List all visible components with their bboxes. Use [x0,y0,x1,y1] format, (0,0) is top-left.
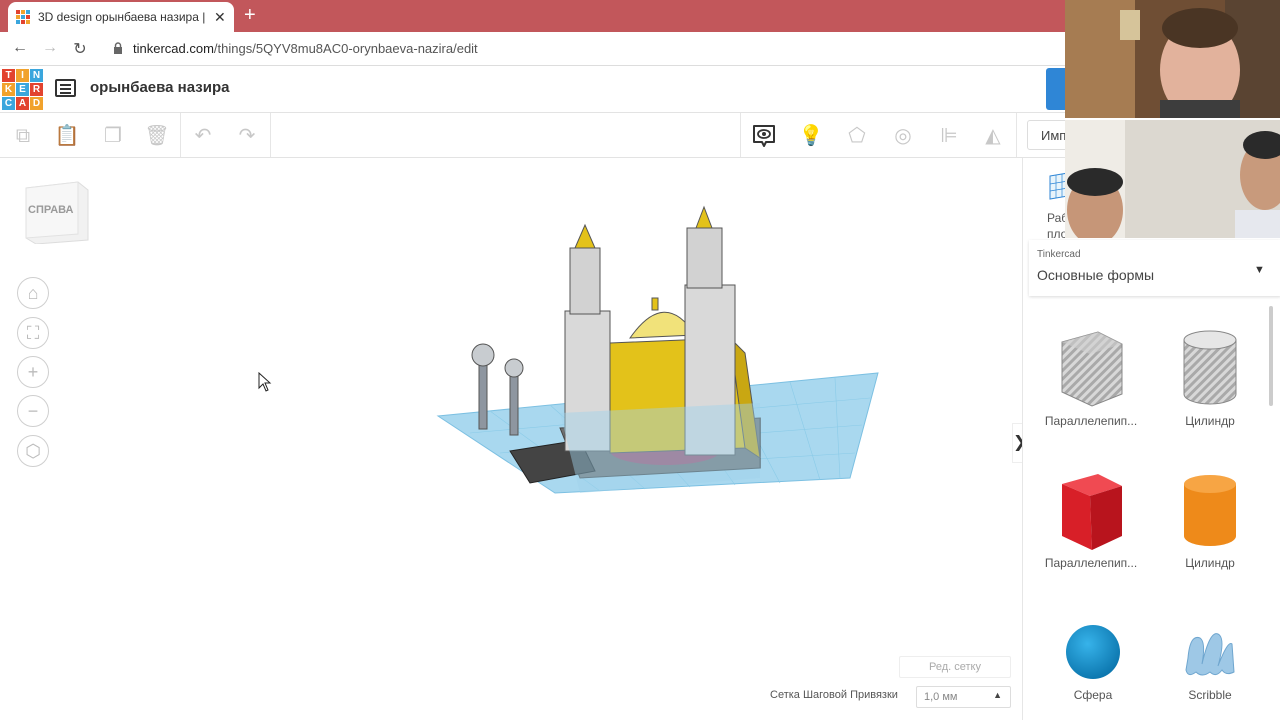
back-arrow-icon[interactable]: ← [10,39,30,57]
toolbar-divider [1016,113,1017,157]
copy-icon[interactable]: ⧉ [10,123,36,149]
url-domain: tinkercad.com [133,41,214,56]
design-list-icon[interactable] [55,79,76,97]
shape-cylinder-hole[interactable]: Цилиндр [1155,326,1265,428]
logo-letter: E [16,83,29,96]
library-source-label: Tinkercad [1037,249,1081,260]
zoom-in-icon[interactable]: + [17,356,49,388]
fit-view-icon[interactable]: ⛶ [17,317,49,349]
forward-arrow-icon[interactable]: → [40,39,60,57]
video-participant-1 [1065,0,1280,118]
paste-icon[interactable]: 📋 [54,123,80,149]
cylinder-hole-icon [1183,330,1237,405]
logo-letter: C [2,97,15,110]
shape-box[interactable]: Параллелепип... [1036,470,1146,570]
url-path: /things/5QYV8mu8AC0-orynbaeva-nazira/edi… [213,41,478,56]
toolbar-divider [180,113,181,157]
scribble-icon [1185,633,1235,676]
reload-icon[interactable]: ↻ [70,39,90,59]
shape-label: Scribble [1188,688,1232,702]
cylinder-orange-icon [1184,475,1236,546]
url-field[interactable]: tinkercad.com/things/5QYV8mu8AC0-orynbae… [133,41,478,56]
group-icon[interactable]: ⬠ [844,123,870,149]
shapes-panel: Раб плос Tinkercad Основные формы ▼ Парал… [1022,158,1280,720]
view-mode-button[interactable] [1046,68,1066,110]
snap-grid-label: Сетка Шаговой Привязки [770,689,898,701]
new-tab-icon[interactable]: + [244,5,256,25]
panel-scrollbar[interactable] [1269,306,1273,406]
3d-workplane-canvas[interactable]: СПРАВА ⌂ ⛶ + − ⬡ Ред. сетку Сетка Шагово… [0,158,1026,720]
tinkercad-favicon-icon [16,10,30,24]
shape-label: Параллелепип... [1044,414,1138,428]
toolbar-divider [740,113,741,157]
logo-letter: K [2,83,15,96]
view-cube[interactable]: СПРАВА [22,180,90,244]
align-icon[interactable]: ⊫ [936,123,962,149]
tab-close-icon[interactable]: ✕ [214,9,226,26]
toolbar-divider [270,113,271,157]
shape-label: Сфера [1073,688,1113,702]
shape-label: Параллелепип... [1044,556,1138,570]
notes-lightbulb-icon[interactable]: 💡 [798,123,824,149]
ungroup-icon[interactable]: ◎ [890,123,916,149]
redo-icon[interactable]: ↷ [234,123,260,149]
logo-letter: T [2,69,15,82]
mouse-cursor-icon [258,372,272,392]
browser-tab[interactable]: 3D design орынбаева назира | T ✕ [8,2,234,32]
logo-letter: R [30,83,43,96]
zoom-out-icon[interactable]: − [17,395,49,427]
participant-video-frame [1065,120,1280,238]
mirror-icon[interactable]: ◭ [980,123,1006,149]
shape-label: Цилиндр [1185,414,1235,428]
shape-sphere[interactable]: Сфера [1038,620,1148,702]
project-title[interactable]: орынбаева назира [90,79,229,96]
box-red-icon [1062,474,1122,550]
library-name: Основные формы [1037,267,1155,283]
video-participant-2 [1065,120,1280,238]
snap-grid-value: 1,0 мм [924,691,958,703]
snap-grid-select[interactable]: 1,0 мм ▲ [916,686,1011,708]
box-hole-icon [1061,331,1123,407]
shape-library-dropdown[interactable]: Tinkercad Основные формы ▼ [1029,240,1280,296]
logo-letter: I [16,69,29,82]
home-view-icon[interactable]: ⌂ [17,277,49,309]
shape-label: Цилиндр [1185,556,1235,570]
shape-box-hole[interactable]: Параллелепип... [1036,326,1146,428]
logo-letter: N [30,69,43,82]
tab-title: 3D design орынбаева назира | T [38,10,206,24]
view-cube-face-label: СПРАВА [28,204,74,216]
logo-letter: D [30,97,43,110]
lock-icon [114,42,122,54]
chevron-down-icon: ▼ [1254,264,1265,276]
duplicate-icon[interactable]: ❐ [100,123,126,149]
logo-letter: A [16,97,29,110]
shape-scribble[interactable]: Scribble [1155,620,1265,702]
perspective-view-icon[interactable]: ⬡ [17,435,49,467]
caret-up-icon: ▲ [993,690,1002,700]
edit-grid-button[interactable]: Ред. сетку [899,656,1011,678]
delete-trash-icon[interactable]: 🗑 [144,123,170,149]
shape-cylinder[interactable]: Цилиндр [1155,470,1265,570]
participant-video-frame [1065,0,1280,118]
show-all-eye-icon[interactable] [751,123,777,149]
sphere-blue-icon [1066,625,1120,679]
mosque-3d-model[interactable] [430,203,890,503]
undo-icon[interactable]: ↶ [190,123,216,149]
tinkercad-logo[interactable]: T I N K E R C A D [2,69,43,110]
